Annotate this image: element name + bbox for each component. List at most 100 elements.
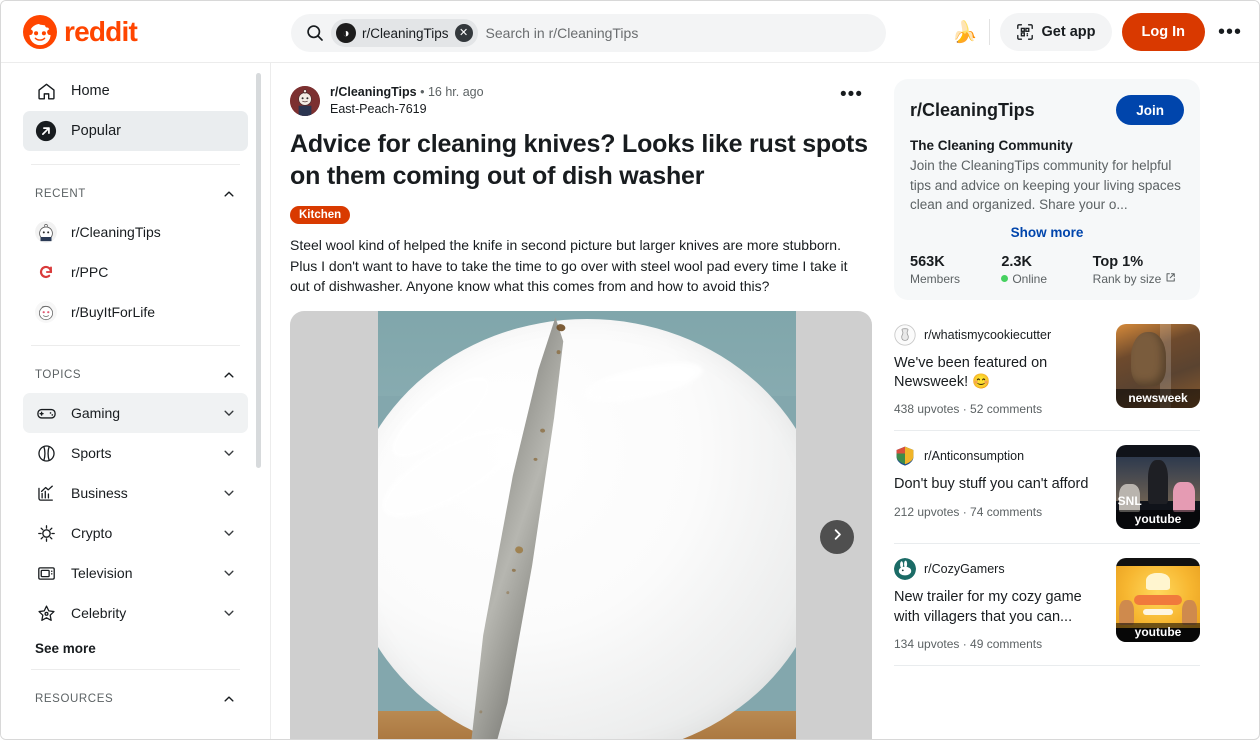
sidebar-item-gaming[interactable]: Gaming xyxy=(23,393,248,433)
chevron-down-icon[interactable] xyxy=(222,526,236,540)
stat-members-label-row: Members xyxy=(910,272,1001,286)
post-title[interactable]: Advice for cleaning knives? Looks like r… xyxy=(290,128,869,192)
sidebar-section-resources[interactable]: RESOURCES xyxy=(23,683,248,715)
popular-arrow-icon xyxy=(35,120,57,142)
subreddit-avatar-icon xyxy=(894,558,916,581)
meta-separator: • xyxy=(420,85,425,99)
chevron-up-icon[interactable] xyxy=(222,692,236,706)
chevron-up-icon[interactable] xyxy=(222,368,236,382)
post-flair-badge[interactable]: Kitchen xyxy=(290,206,351,224)
recommended-post-title: We've been featured on Newsweek! 😊 xyxy=(894,354,1048,390)
header-more-menu-icon[interactable]: ••• xyxy=(1215,13,1245,51)
sidebar-divider-1 xyxy=(31,164,240,165)
online-status-dot-icon xyxy=(1001,275,1009,283)
post-more-menu-icon[interactable]: ••• xyxy=(834,85,869,104)
chevron-down-icon[interactable] xyxy=(222,566,236,580)
post-author[interactable]: East-Peach-7619 xyxy=(330,102,824,116)
chevron-down-icon[interactable] xyxy=(222,606,236,620)
post-subreddit-avatar-icon[interactable] xyxy=(290,86,320,116)
login-button[interactable]: Log In xyxy=(1121,13,1205,51)
post-thumbnail[interactable]: newsweek xyxy=(1116,323,1200,408)
recommended-post-body: r/Anticonsumption Don't buy stuff you ca… xyxy=(894,445,1104,529)
list-item[interactable]: r/CozyGamers New trailer for my cozy gam… xyxy=(894,544,1200,666)
stat-online-value: 2.3K xyxy=(1001,253,1032,270)
show-more-button[interactable]: Show more xyxy=(910,225,1184,240)
sidebar-item-popular[interactable]: Popular xyxy=(23,111,248,151)
sidebar-item-crypto[interactable]: Crypto xyxy=(23,513,248,553)
recommended-post-title: Don't buy stuff you can't afford xyxy=(894,476,1089,493)
community-header: r/CleaningTips Join xyxy=(910,95,1184,125)
sidebar-item-r-ppc[interactable]: r/PPC xyxy=(23,252,248,292)
tv-icon xyxy=(35,562,57,584)
sidebar-item-r-cleaningtips-label: r/CleaningTips xyxy=(71,224,161,240)
crypto-icon xyxy=(35,522,57,544)
sidebar-section-topics[interactable]: TOPICS xyxy=(23,359,248,391)
recommended-post-subreddit-row[interactable]: r/whatismycookiecutter xyxy=(894,324,1104,346)
topics-see-more-button[interactable]: See more xyxy=(35,641,236,656)
recommended-posts-list: r/whatismycookiecutter We've been featur… xyxy=(894,323,1200,666)
recommended-post-subreddit-row[interactable]: r/Anticonsumption xyxy=(894,445,1104,468)
community-description: Join the CleaningTips community for help… xyxy=(910,158,1181,213)
sidebar-item-gaming-label: Gaming xyxy=(71,405,121,421)
rust-spot xyxy=(533,457,538,461)
stat-rank-label-row[interactable]: Rank by size xyxy=(1093,272,1184,286)
recommended-post-subreddit: r/CozyGamers xyxy=(924,562,1005,577)
header-divider xyxy=(988,19,990,45)
recommended-post-title: New trailer for my cozy game with villag… xyxy=(894,589,1082,625)
subreddit-avatar-icon xyxy=(894,445,916,468)
gamepad-icon xyxy=(35,402,57,424)
post-thumbnail[interactable]: SNL youtube xyxy=(1116,445,1200,530)
chip-close-icon[interactable]: ✕ xyxy=(454,24,473,42)
community-info-card: r/CleaningTips Join The Cleaning Communi… xyxy=(894,79,1200,300)
sidebar-item-business[interactable]: Business xyxy=(23,473,248,513)
subreddit-avatar-cleaningtips-icon xyxy=(35,221,57,243)
post-image[interactable] xyxy=(378,310,796,739)
thumbnail-caption: newsweek xyxy=(1116,388,1200,408)
sidebar-item-home[interactable]: Home xyxy=(23,71,248,111)
sidebar-item-r-cleaningtips[interactable]: r/CleaningTips xyxy=(23,212,248,252)
reddit-snoo-icon xyxy=(23,14,57,49)
sidebar-item-celebrity[interactable]: Celebrity xyxy=(23,593,248,633)
search-icon xyxy=(305,23,325,43)
sidebar-item-r-buyitforlife[interactable]: r/BuyItForLife xyxy=(23,292,248,332)
post-meta-line-1: r/CleaningTips • 16 hr. ago xyxy=(330,85,824,99)
post-media-carousel[interactable] xyxy=(290,310,872,739)
stat-members-label: Members xyxy=(910,271,961,286)
stat-members-value: 563K xyxy=(910,253,945,270)
chevron-down-icon[interactable] xyxy=(222,486,236,500)
community-name[interactable]: r/CleaningTips xyxy=(910,100,1035,121)
stat-rank-value: Top 1% xyxy=(1092,253,1144,270)
sidebar-section-recent[interactable]: RECENT xyxy=(23,178,248,210)
search-input-placeholder[interactable]: Search in r/CleaningTips xyxy=(486,25,639,41)
search-scope-chip[interactable]: ◑ r/CleaningTips ✕ xyxy=(331,19,478,47)
post-subreddit-link[interactable]: r/CleaningTips xyxy=(330,85,417,99)
sidebar-scrollbar-thumb[interactable] xyxy=(256,73,261,468)
sidebar-item-television[interactable]: Television xyxy=(23,553,248,593)
recommended-post-subreddit: r/whatismycookiecutter xyxy=(924,327,1052,342)
recommended-post-stats: 134 upvotes · 49 comments xyxy=(894,636,1043,651)
stat-members: 563K Members xyxy=(910,254,1001,286)
carousel-next-button[interactable] xyxy=(820,519,854,554)
chevron-down-icon[interactable] xyxy=(222,446,236,460)
subreddit-avatar-icon xyxy=(894,324,916,346)
banana-icon[interactable]: 🍌 xyxy=(951,22,979,43)
chevron-up-icon[interactable] xyxy=(222,187,236,201)
list-item[interactable]: r/Anticonsumption Don't buy stuff you ca… xyxy=(894,431,1200,545)
thumbnail-caption: youtube xyxy=(1116,510,1200,530)
post-thumbnail[interactable]: youtube xyxy=(1116,558,1200,643)
left-sidebar[interactable]: Home Popular RECENT r/CleaningTips r/PPC… xyxy=(1,63,271,739)
recommended-post-stats: 438 upvotes · 52 comments xyxy=(894,402,1043,417)
stat-online-label: Online xyxy=(1012,271,1048,286)
sidebar-section-resources-title: RESOURCES xyxy=(35,693,114,705)
list-item[interactable]: r/whatismycookiecutter We've been featur… xyxy=(894,323,1200,432)
recommended-post-subreddit-row[interactable]: r/CozyGamers xyxy=(894,558,1104,581)
sidebar-item-sports[interactable]: Sports xyxy=(23,433,248,473)
rust-spot xyxy=(556,349,561,355)
rust-spot xyxy=(511,568,517,572)
search-bar[interactable]: ◑ r/CleaningTips ✕ Search in r/CleaningT… xyxy=(291,14,886,52)
get-app-button[interactable]: Get app xyxy=(999,13,1112,51)
reddit-logo[interactable]: reddit xyxy=(23,14,253,49)
chevron-down-icon[interactable] xyxy=(222,406,236,420)
join-button[interactable]: Join xyxy=(1116,95,1184,125)
external-link-icon xyxy=(1165,272,1176,286)
